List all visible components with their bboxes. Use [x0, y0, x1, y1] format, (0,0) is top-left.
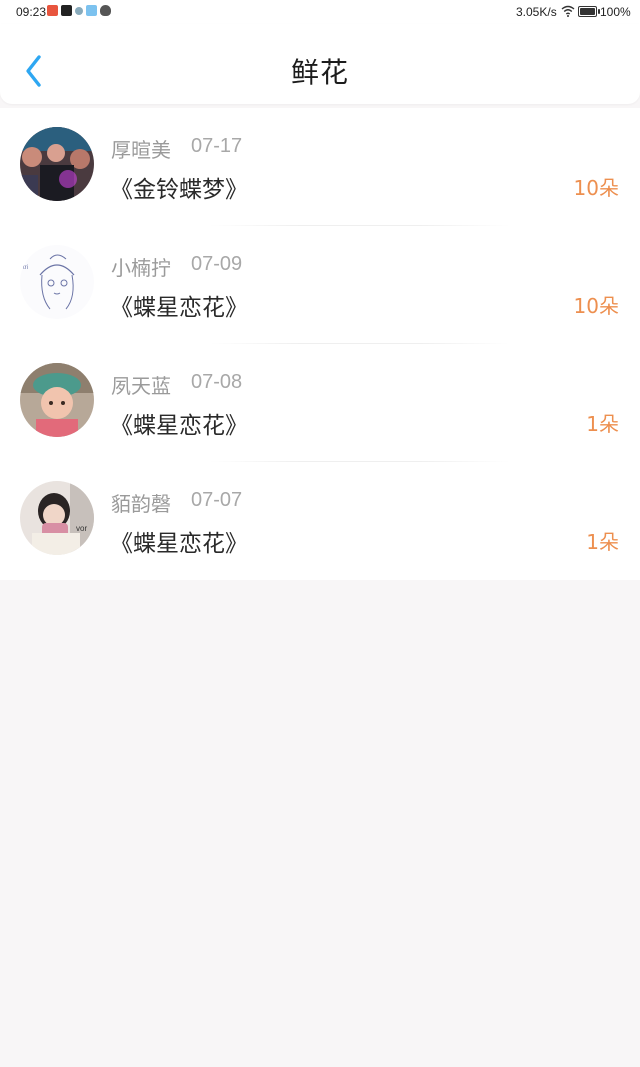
chat-icon: [75, 6, 83, 15]
avatar[interactable]: [20, 363, 94, 437]
gift-date: 07-17: [191, 135, 243, 157]
list-item[interactable]: 厚暄美 07-17 《金铃蝶梦》 10朵: [0, 108, 640, 226]
flower-count: 1朵: [586, 412, 619, 436]
gift-date: 07-08: [191, 371, 243, 393]
gift-title: 《蝶星恋花》: [110, 413, 248, 439]
flower-gift-list: 厚暄美 07-17 《金铃蝶梦》 10朵 tri 小楠拧 07-09 《蝶星恋花…: [0, 108, 640, 580]
tv-icon: [61, 5, 72, 16]
gift-title: 《蝶星恋花》: [110, 295, 248, 321]
gift-date: 07-07: [191, 489, 243, 511]
weather-icon: [86, 5, 97, 16]
gift-title: 《金铃蝶梦》: [110, 177, 248, 203]
sender-name: 厚暄美: [111, 138, 171, 162]
app-notification-icon: [47, 5, 58, 16]
flower-count: 10朵: [573, 176, 619, 200]
flower-count: 10朵: [573, 294, 619, 318]
list-item[interactable]: vor 貊韵磬 07-07 《蝶星恋花》 1朵: [0, 462, 640, 580]
net-speed: 3.05K/s: [516, 5, 557, 19]
gift-title: 《蝶星恋花》: [110, 531, 248, 557]
sender-name: 夙天蓝: [111, 374, 171, 398]
svg-text:vor: vor: [76, 524, 87, 533]
notification-icons: [47, 5, 111, 16]
battery-percent: 100%: [600, 5, 631, 19]
sender-name: 小楠拧: [111, 256, 171, 280]
battery-icon: [578, 6, 600, 17]
svg-text:tri: tri: [23, 265, 28, 271]
wifi-icon: [561, 5, 575, 17]
sender-name: 貊韵磬: [111, 492, 171, 516]
status-time: 09:23: [16, 5, 47, 19]
avatar[interactable]: tri: [20, 245, 94, 319]
nav-bar: 鲜花: [0, 24, 640, 104]
avatar[interactable]: vor: [20, 481, 94, 555]
status-bar: 09:23 3.05K/s 100%: [0, 0, 640, 24]
avatar[interactable]: [20, 127, 94, 201]
flower-count: 1朵: [586, 530, 619, 554]
list-item[interactable]: tri 小楠拧 07-09 《蝶星恋花》 10朵: [0, 226, 640, 344]
qq-icon: [100, 5, 111, 16]
page-title: 鲜花: [290, 56, 349, 89]
gift-date: 07-09: [191, 253, 243, 275]
list-item[interactable]: 夙天蓝 07-08 《蝶星恋花》 1朵: [0, 344, 640, 462]
